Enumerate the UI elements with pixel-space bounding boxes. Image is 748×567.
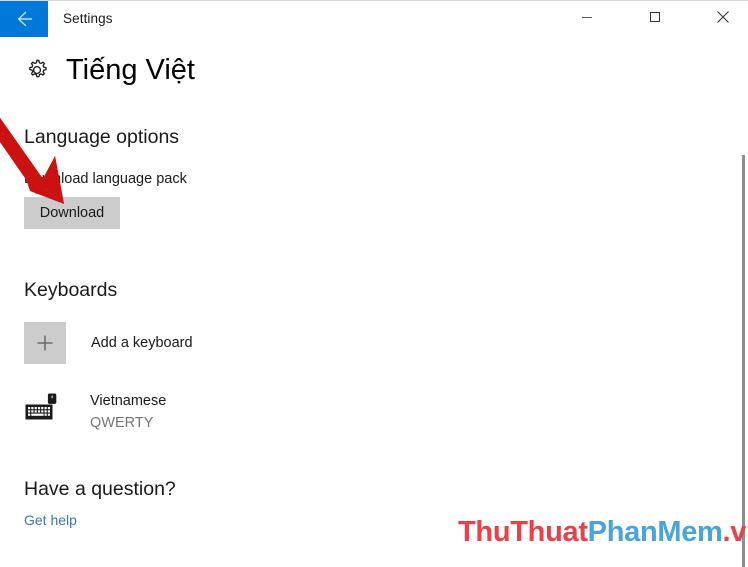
maximize-icon <box>649 11 661 23</box>
page-title: Tiếng Việt <box>66 54 195 86</box>
section-heading-language-options: Language options <box>24 126 180 148</box>
page-heading: Tiếng Việt <box>22 52 195 88</box>
section-heading-keyboards: Keyboards <box>24 279 118 301</box>
watermark-part3: .vn <box>722 516 748 548</box>
gear-icon <box>22 55 52 85</box>
list-item[interactable]: Vietnamese QWERTY <box>24 390 166 433</box>
scrollbar[interactable] <box>736 37 748 567</box>
add-keyboard-label: Add a keyboard <box>91 335 193 351</box>
watermark-logo: ThuThuatPhanMem.vn <box>458 515 748 549</box>
download-language-pack-label: Download language pack <box>24 171 187 187</box>
watermark-part1: ThuThuat <box>458 516 588 548</box>
settings-window: Settings Tiếng Việt Language options Dow… <box>0 0 748 567</box>
maximize-button[interactable] <box>632 1 678 33</box>
scrollbar-thumb[interactable] <box>742 155 745 567</box>
back-button[interactable] <box>0 1 48 37</box>
get-help-link[interactable]: Get help <box>24 510 77 530</box>
section-heading-have-a-question: Have a question? <box>24 478 176 500</box>
add-keyboard-button[interactable] <box>24 322 66 364</box>
close-icon <box>716 10 730 24</box>
title-bar: Settings <box>0 0 748 38</box>
keyboard-icon <box>24 392 62 426</box>
back-arrow-icon <box>13 8 35 30</box>
minimize-icon <box>581 11 593 23</box>
close-button[interactable] <box>700 1 746 33</box>
add-keyboard-row[interactable]: Add a keyboard <box>24 322 193 364</box>
keyboard-item-layout: QWERTY <box>90 415 154 431</box>
window-title: Settings <box>63 11 113 26</box>
plus-icon <box>35 333 55 353</box>
keyboard-item-text: Vietnamese QWERTY <box>90 390 166 433</box>
keyboard-item-name: Vietnamese <box>90 393 167 409</box>
minimize-button[interactable] <box>564 1 610 33</box>
watermark-part2: PhanMem <box>587 516 723 548</box>
download-button[interactable]: Download <box>24 197 120 229</box>
